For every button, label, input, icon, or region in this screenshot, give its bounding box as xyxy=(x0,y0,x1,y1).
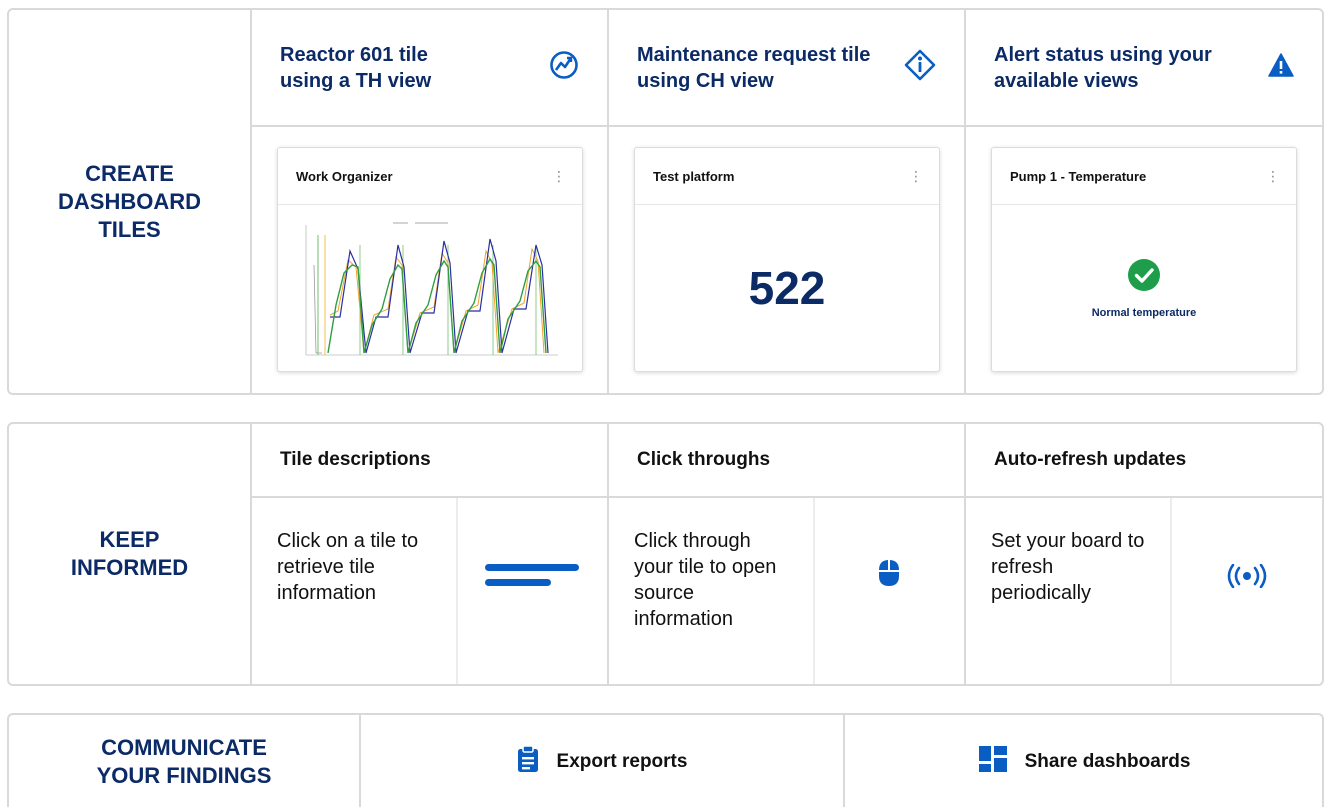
divider xyxy=(813,498,815,684)
tile-title: Test platform xyxy=(653,168,735,184)
kebab-menu-icon[interactable]: ⋮ xyxy=(909,168,923,185)
divider xyxy=(456,498,458,684)
description-lines-icon xyxy=(485,562,579,593)
broadcast-icon xyxy=(1227,563,1267,593)
divider xyxy=(252,496,1322,498)
tile-title: Work Organizer xyxy=(296,168,393,184)
feature-description: Click through your tile to open source i… xyxy=(634,530,777,630)
work-organizer-tile[interactable]: Work Organizer ⋮ xyxy=(277,147,583,372)
export-reports-label: Export reports xyxy=(556,751,688,772)
trend-chart-thumbnail xyxy=(305,222,558,356)
feature-description: Click on a tile to retrieve tile informa… xyxy=(277,530,419,604)
check-circle-icon xyxy=(1127,258,1161,297)
section-label: CREATE DASHBOARD TILES xyxy=(58,160,201,242)
clipboard-icon xyxy=(517,745,539,779)
column-title: Reactor 601 tile using a TH view xyxy=(280,43,432,92)
col-header-click-throughs: Click throughs xyxy=(609,424,964,496)
col-header-reactor: Reactor 601 tile using a TH view xyxy=(252,10,607,125)
share-dashboards-label: Share dashboards xyxy=(1024,751,1191,772)
keep-informed-panel: KEEP INFORMED Tile descriptions Click th… xyxy=(7,422,1324,686)
column-title: Tile descriptions xyxy=(280,449,431,470)
tile-title: Pump 1 - Temperature xyxy=(1010,168,1147,184)
col-header-auto-refresh: Auto-refresh updates xyxy=(966,424,1322,496)
share-dashboards-item[interactable]: Share dashboards xyxy=(845,715,1324,807)
col-header-tile-descriptions: Tile descriptions xyxy=(252,424,607,496)
create-dashboard-panel: CREATE DASHBOARD TILES Reactor 601 tile … xyxy=(7,8,1324,395)
column-title: Auto-refresh updates xyxy=(994,449,1187,470)
divider xyxy=(1170,498,1172,684)
col-header-maintenance: Maintenance request tile using CH view xyxy=(609,10,964,125)
dashboard-icon xyxy=(978,746,1007,778)
section-label: KEEP INFORMED xyxy=(70,527,189,580)
feature-description: Set your board to refresh periodically xyxy=(991,530,1145,604)
column-title: Click throughs xyxy=(637,449,771,470)
communicate-panel: COMMUNICATE YOUR FINDINGS Export reports… xyxy=(7,713,1324,807)
section-label: COMMUNICATE YOUR FINDINGS xyxy=(96,735,272,788)
col-header-alert: Alert status using your available views xyxy=(966,10,1322,125)
export-reports-item[interactable]: Export reports xyxy=(361,715,843,807)
warning-icon xyxy=(1268,53,1294,82)
status-block: Normal temperature xyxy=(992,258,1296,319)
pump-temperature-tile[interactable]: Pump 1 - Temperature ⋮ Normal temperature xyxy=(991,147,1297,372)
test-platform-tile[interactable]: Test platform ⋮ 522 xyxy=(634,147,940,372)
column-title: Alert status using your available views xyxy=(994,43,1212,92)
divider xyxy=(252,125,1322,127)
trend-icon xyxy=(549,50,579,85)
column-title: Maintenance request tile using CH view xyxy=(637,43,871,92)
status-text: Normal temperature xyxy=(1091,307,1197,319)
info-icon xyxy=(904,49,936,86)
mouse-icon xyxy=(877,558,901,593)
count-value: 522 xyxy=(748,262,826,314)
kebab-menu-icon[interactable]: ⋮ xyxy=(552,168,566,185)
kebab-menu-icon[interactable]: ⋮ xyxy=(1266,168,1280,185)
